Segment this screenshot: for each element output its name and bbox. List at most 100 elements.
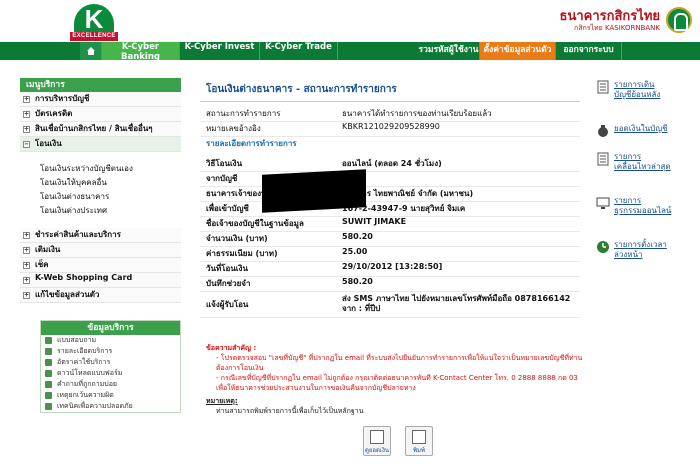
- sidebar-item-bill-payment[interactable]: + ชำระค่าสินค้าและบริการ: [20, 228, 181, 243]
- important-notes: ข้อความสำคัญ : - โปรดตรวจสอบ "เลขที่บัญช…: [206, 343, 586, 393]
- status-row: สถานะการทำรายการ ธนาคารได้ทำรายการของท่า…: [200, 107, 580, 122]
- sidebar-item-transfer[interactable]: − โอนเงิน: [20, 137, 181, 152]
- service-link-details[interactable]: รายละเอียดบริการ: [41, 346, 180, 357]
- sub-item-own-account[interactable]: โอนเงินระหว่างบัญชีตนเอง: [20, 162, 181, 176]
- view-balance-button[interactable]: ดูยอดเงิน: [363, 426, 391, 456]
- nav-password[interactable]: รวมรหัสผู้ใช้งาน: [418, 42, 480, 60]
- magnifier-icon: [370, 430, 384, 444]
- document-list-icon: [597, 80, 609, 94]
- detail-row: เพื่อเข้าบัญชี 167-2-43947-9 นายสุวิทย์ …: [200, 202, 580, 217]
- sidebar-item-label: บัตรเครดิต: [35, 109, 73, 118]
- top-nav: K-Cyber Banking K-Cyber Invest K-Cyber T…: [0, 42, 700, 62]
- logo-letter: K: [74, 4, 114, 34]
- document-icon: [45, 392, 52, 399]
- expand-icon: +: [23, 231, 30, 239]
- detail-row: ธนาคารเจ้าของบัญชี ธนาคาร ไทยพาณิชย์ จำก…: [200, 187, 580, 202]
- service-link-fees[interactable]: อัตราค่าใช้บริการ: [41, 357, 180, 368]
- document-icon: [45, 348, 52, 355]
- kbank-seal-icon: [666, 7, 692, 33]
- notes-title: ข้อความสำคัญ :: [206, 344, 257, 352]
- sidebar-item-label: เช็ค: [35, 260, 49, 269]
- sidebar-item-top-up[interactable]: + เติมเงิน: [20, 243, 181, 258]
- detail-row: ค่าธรรมเนียม (บาท) 25.00: [200, 247, 580, 262]
- action-buttons: ดูยอดเงิน พิมพ์: [355, 426, 455, 456]
- nav-cyber-trade[interactable]: K-Cyber Trade: [260, 42, 338, 60]
- nav-cyber-invest[interactable]: K-Cyber Invest: [180, 42, 260, 60]
- expand-icon: +: [23, 276, 30, 284]
- detail-row: วันที่โอนเงิน 29/10/2012 [13:28:50]: [200, 262, 580, 277]
- detail-row: จำนวนเงิน (บาท) 580.20: [200, 232, 580, 247]
- note-line: - กรณีเลขที่บัญชีที่ปรากฏใน email ไม่ถูก…: [216, 374, 578, 392]
- sidebar-item-label: โอนเงิน: [35, 139, 62, 148]
- quick-links: รายการเดิน บัญชีย้อนหลัง ยอดเงินในบัญชี ร…: [594, 78, 700, 282]
- sub-item-other-person[interactable]: โอนเงินให้บุคคลอื่น: [20, 176, 181, 190]
- clock-icon: [597, 241, 609, 253]
- nav-cyber-banking[interactable]: K-Cyber Banking: [102, 42, 180, 62]
- home-icon: [87, 47, 95, 55]
- bank-name-thai: ธนาคารกสิกรไทย: [559, 9, 660, 24]
- bank-name: ธนาคารกสิกรไทย กสิกรไทย KASIKORNBANK: [560, 9, 660, 33]
- sidebar-item-label: K-Web Shopping Card: [35, 273, 133, 282]
- quick-link-statement[interactable]: รายการเดิน บัญชีย้อนหลัง: [594, 78, 700, 122]
- k-excellence-logo[interactable]: K EXCELLENCE: [70, 4, 118, 42]
- reference-value: KBKR121029209528990: [342, 122, 440, 131]
- quick-link-scheduled[interactable]: รายการตั้งเวลา ล่วงหน้า: [594, 238, 700, 282]
- service-link-survey[interactable]: แบบสอบถาม: [41, 335, 180, 346]
- note-line: - โปรดตรวจสอบ "เลขที่บัญชี" ที่ปรากฏใน e…: [216, 354, 583, 372]
- sidebar-item-loan[interactable]: + สินเชื่อบ้านกสิกรไทย / สินเชื่ออื่นๆ: [20, 122, 181, 137]
- sub-item-overseas[interactable]: โอนเงินต่างประเทศ: [20, 204, 181, 218]
- service-link-security[interactable]: เทคนิคเพื่อความปลอดภัย: [41, 401, 180, 412]
- sidebar-item-edit-profile[interactable]: + แก้ไขข้อมูลส่วนตัว: [20, 288, 181, 303]
- remark-text: ท่านสามารถพิมพ์รายการนี้เพื่อเก็บไว้เป็น…: [216, 407, 364, 415]
- document-icon: [45, 359, 52, 366]
- sidebar-item-shopping-card[interactable]: + K-Web Shopping Card: [20, 273, 181, 288]
- sidebar-title: เมนูบริการ: [20, 78, 181, 92]
- service-info-box: ข้อมูลบริการ แบบสอบถาม รายละเอียดบริการ …: [40, 320, 181, 413]
- notify-value: ส่ง SMS ภาษาไทย ไปยังหมายเลขโทรศัพท์มือถ…: [342, 294, 571, 313]
- logo-text: EXCELLENCE: [70, 32, 118, 41]
- quick-link-online-transactions[interactable]: รายการ ธุรกรรมออนไลน์: [594, 194, 700, 238]
- service-link-disclaimer[interactable]: เหตุยกเว้นความผิด: [41, 390, 180, 401]
- sub-item-other-bank[interactable]: โอนเงินต่างธนาคาร: [20, 190, 181, 204]
- notify-label: แจ้งผู้รับโอน: [206, 300, 249, 309]
- nav-home[interactable]: [80, 42, 102, 60]
- status-label: สถานะการทำรายการ: [206, 109, 281, 118]
- nav-logout[interactable]: ออกจากระบบ: [556, 42, 622, 60]
- sidebar-item-label: การบริหารบัญชี: [35, 94, 90, 103]
- quick-link-recent[interactable]: รายการ เคลื่อนไหวล่าสุด: [594, 150, 700, 194]
- notify-row: แจ้งผู้รับโอน ส่ง SMS ภาษาไทย ไปยังหมายเ…: [200, 292, 580, 318]
- money-bag-icon: [598, 125, 608, 137]
- sidebar-item-label: สินเชื่อบ้านกสิกรไทย / สินเชื่ออื่นๆ: [35, 124, 153, 133]
- detail-row: วิธีโอนเงิน ออนไลน์ (ตลอด 24 ชั่วโมง): [200, 157, 580, 172]
- reference-row: หมายเลขอ้างอิง KBKR121029209528990: [200, 122, 580, 137]
- sidebar-item-label: เติมเงิน: [35, 245, 61, 254]
- expand-icon: +: [23, 291, 30, 299]
- nav-profile[interactable]: ตั้งค่าข้อมูลส่วนตัว: [480, 42, 556, 60]
- page-title: โอนเงินต่างธนาคาร - สถานะการทำรายการ: [200, 78, 580, 102]
- service-info-title: ข้อมูลบริการ: [41, 321, 180, 335]
- sidebar-item-label: ชำระค่าสินค้าและบริการ: [35, 230, 121, 239]
- sidebar-item-label: แก้ไขข้อมูลส่วนตัว: [35, 290, 100, 299]
- sidebar-item-credit-card[interactable]: + บัตรเครดิต: [20, 107, 181, 122]
- print-button[interactable]: พิมพ์: [405, 426, 433, 456]
- reference-label: หมายเลขอ้างอิง: [206, 124, 261, 133]
- sidebar-item-cheque[interactable]: + เช็ค: [20, 258, 181, 273]
- expand-icon: +: [23, 110, 30, 118]
- collapse-icon: −: [23, 140, 30, 148]
- quick-link-balance[interactable]: ยอดเงินในบัญชี: [594, 122, 700, 150]
- expand-icon: +: [23, 125, 30, 133]
- service-link-forms[interactable]: ดาวน์โหลดแบบฟอร์ม: [41, 368, 180, 379]
- printer-icon: [412, 430, 426, 444]
- checkmark-icon: [45, 337, 52, 344]
- header: K EXCELLENCE ธนาคารกสิกรไทย กสิกรไทย KAS…: [0, 0, 700, 42]
- detail-row: จากบัญชี: [200, 172, 580, 187]
- service-link-faq[interactable]: คำถามที่ถูกถามบ่อย: [41, 379, 180, 390]
- expand-icon: +: [23, 246, 30, 254]
- sidebar-item-account[interactable]: + การบริหารบัญชี: [20, 92, 181, 107]
- sidebar: เมนูบริการ + การบริหารบัญชี + บัตรเครดิต…: [20, 78, 181, 303]
- detail-title: รายละเอียดการทำรายการ: [206, 139, 297, 148]
- monitor-icon: [596, 197, 610, 209]
- main-content: โอนเงินต่างธนาคาร - สถานะการทำรายการ สถา…: [200, 78, 580, 318]
- document-list-icon: [597, 152, 609, 166]
- redaction-mask: [262, 169, 366, 213]
